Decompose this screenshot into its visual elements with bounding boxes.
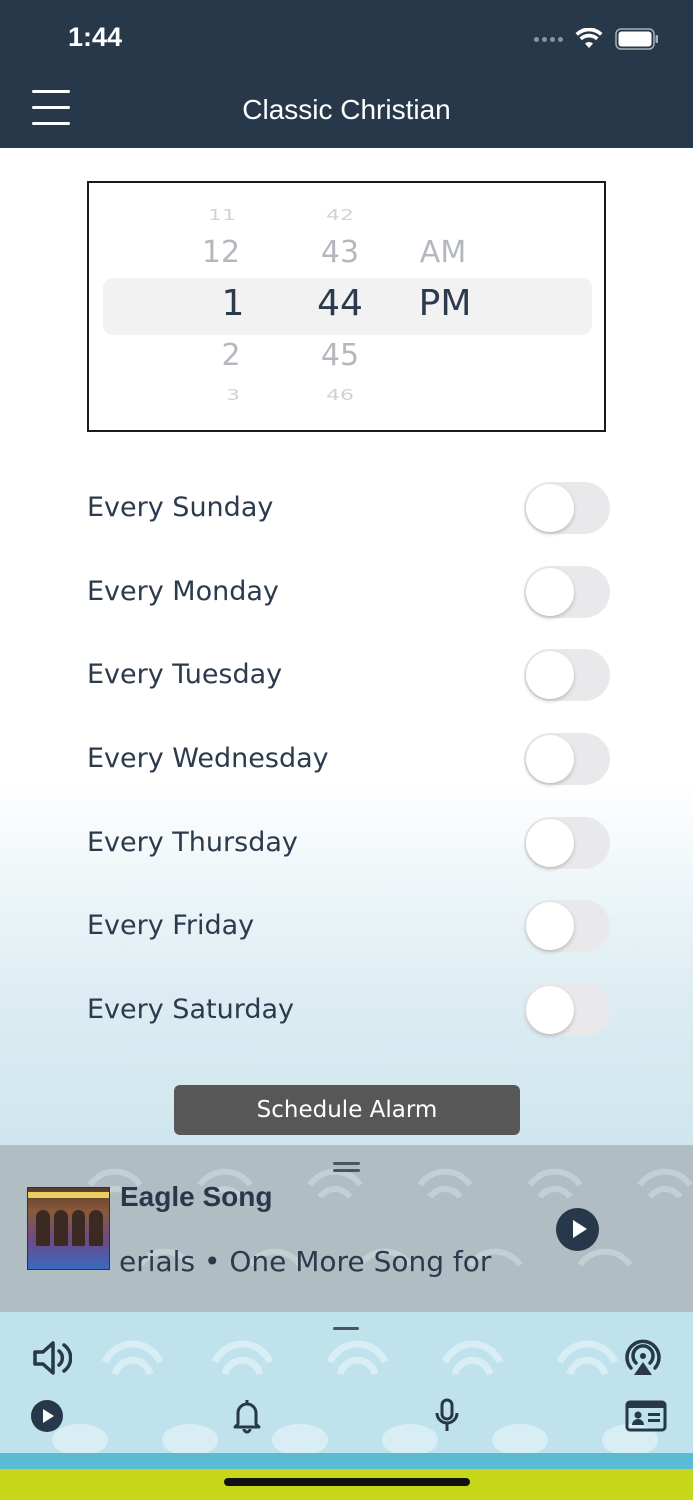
wifi-icon <box>575 28 603 48</box>
picker-minute-option[interactable]: 45 <box>300 338 380 373</box>
drag-handle-line <box>333 1169 360 1172</box>
now-playing-bar[interactable]: Eagle Song erials • One More Song for <box>0 1145 693 1312</box>
toggle-sunday[interactable] <box>524 482 610 534</box>
home-indicator[interactable] <box>224 1478 470 1486</box>
track-subtitle: erials • One More Song for <box>119 1245 492 1278</box>
picker-period-selected[interactable]: PM <box>405 283 485 324</box>
toggle-thursday[interactable] <box>524 817 610 869</box>
airplay-icon[interactable] <box>622 1338 664 1378</box>
drag-handle[interactable] <box>333 1327 359 1330</box>
toggle-tuesday[interactable] <box>524 649 610 701</box>
toggle-knob <box>526 568 574 616</box>
toggle-knob <box>526 484 574 532</box>
day-label: Every Friday <box>87 910 255 941</box>
day-label: Every Wednesday <box>87 743 329 774</box>
album-art-figures <box>36 1210 103 1246</box>
day-row-sunday: Every Sunday <box>87 482 610 534</box>
battery-icon <box>615 28 658 50</box>
album-art-title-strip <box>28 1192 109 1198</box>
picker-minute-option[interactable]: 42 <box>300 207 380 225</box>
day-row-wednesday: Every Wednesday <box>87 733 610 785</box>
microphone-icon[interactable] <box>434 1398 460 1434</box>
toggle-knob <box>526 651 574 699</box>
contact-card-icon[interactable] <box>625 1400 667 1432</box>
day-label: Every Sunday <box>87 492 274 523</box>
status-icons <box>534 26 659 52</box>
day-row-saturday: Every Saturday <box>87 984 610 1036</box>
play-icon[interactable] <box>30 1399 64 1433</box>
day-row-thursday: Every Thursday <box>87 817 610 869</box>
toggle-knob <box>526 819 574 867</box>
toggle-saturday[interactable] <box>524 984 610 1036</box>
toggle-wednesday[interactable] <box>524 733 610 785</box>
drag-handle[interactable] <box>333 1162 360 1165</box>
album-art <box>27 1187 110 1270</box>
picker-hour-option[interactable]: 11 <box>182 207 262 225</box>
app-header: 1:44 Classic Christian <box>0 0 693 148</box>
toggle-friday[interactable] <box>524 900 610 952</box>
page-title: Classic Christian <box>242 94 451 125</box>
track-title: Eagle Song <box>120 1181 273 1212</box>
status-time: 1:44 <box>68 22 123 52</box>
toggle-knob <box>526 735 574 783</box>
picker-hour-option[interactable]: 3 <box>193 387 273 405</box>
bell-icon[interactable] <box>233 1398 261 1434</box>
day-label: Every Tuesday <box>87 659 283 690</box>
picker-hour-option[interactable]: 12 <box>181 235 261 270</box>
picker-hour-option[interactable]: 2 <box>191 338 271 373</box>
picker-minute-option[interactable]: 43 <box>300 235 380 270</box>
day-row-tuesday: Every Tuesday <box>87 649 610 701</box>
picker-period-option[interactable]: AM <box>403 235 483 270</box>
wave-pattern-background <box>52 1340 658 1453</box>
volume-icon[interactable] <box>32 1340 72 1376</box>
toggle-knob <box>526 986 574 1034</box>
footer-stripe-blue <box>0 1453 693 1469</box>
picker-hour-selected[interactable]: 1 <box>193 283 273 324</box>
picker-minute-option[interactable]: 46 <box>300 387 380 405</box>
play-icon[interactable] <box>556 1208 599 1251</box>
toggle-monday[interactable] <box>524 566 610 618</box>
picker-minute-selected[interactable]: 44 <box>300 283 380 324</box>
day-row-friday: Every Friday <box>87 900 610 952</box>
day-label: Every Monday <box>87 576 279 607</box>
cellular-signal-icon <box>534 36 563 42</box>
day-label: Every Saturday <box>87 994 294 1025</box>
time-picker[interactable]: 11 12 1 2 3 42 43 44 45 46 AM PM <box>87 181 606 432</box>
toggle-knob <box>526 902 574 950</box>
day-row-monday: Every Monday <box>87 566 610 618</box>
schedule-alarm-button[interactable]: Schedule Alarm <box>174 1085 520 1135</box>
day-label: Every Thursday <box>87 827 298 858</box>
